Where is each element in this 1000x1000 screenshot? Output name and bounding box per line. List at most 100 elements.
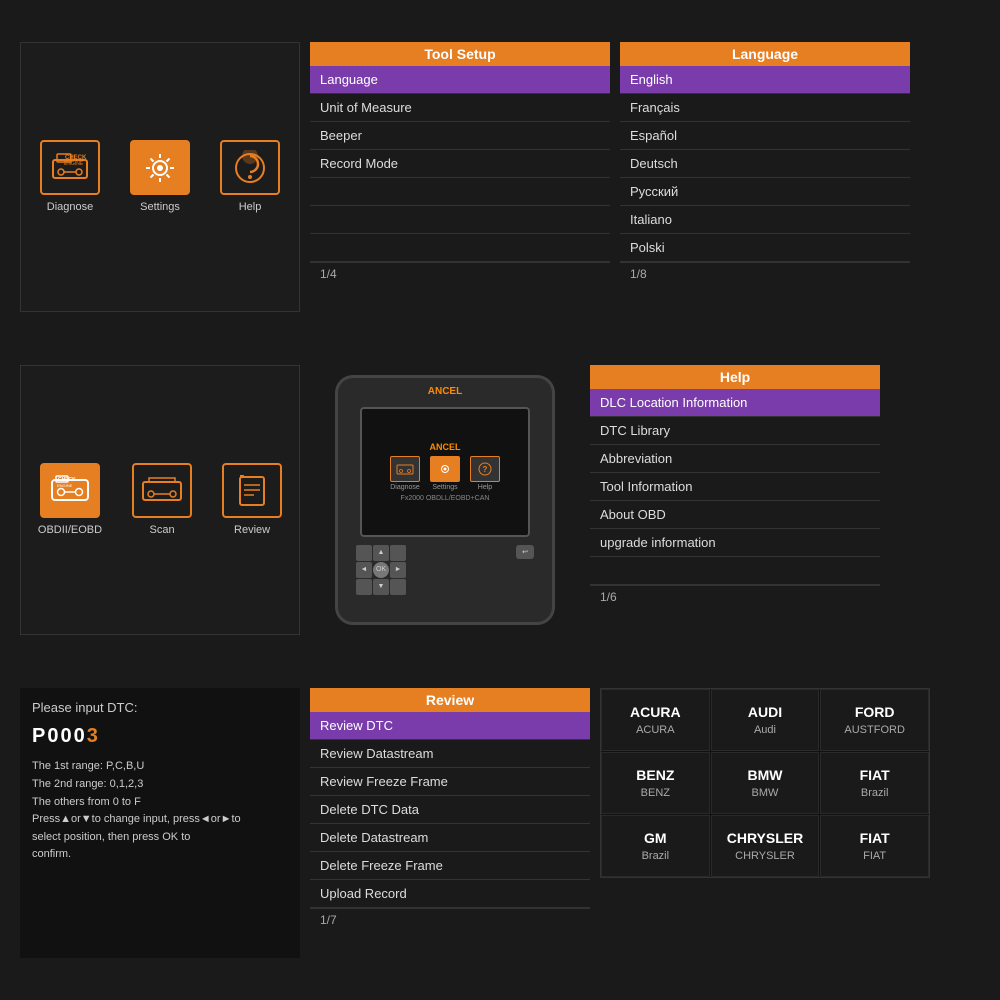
settings-icon-box [130, 140, 190, 195]
dpad-right[interactable]: ► [390, 562, 406, 578]
device-model: Fx2000 OBDLL/EOBD+CAN [401, 495, 490, 502]
brand-large-6: GM [644, 830, 667, 846]
brand-cell-5[interactable]: FIAT Brazil [820, 752, 929, 814]
dtc-description: The 1st range: P,C,B,U The 2nd range: 0,… [32, 758, 288, 864]
dpad-left[interactable]: ◄ [356, 562, 372, 578]
language-panel: Language English Français Español Deutsc… [620, 42, 910, 285]
screen-help-svg: ? [476, 461, 494, 477]
review-row-1[interactable]: Review Datastream [310, 740, 590, 768]
dpad-empty-tr [390, 545, 406, 561]
tool-setup-row-2[interactable]: Beeper [310, 122, 610, 150]
diagnose-label: Diagnose [47, 201, 93, 213]
back-button[interactable]: ↩ [516, 545, 534, 559]
scan-icon [141, 474, 183, 508]
screen-icon-help-box: ? [470, 456, 500, 482]
review-panel: Review Review DTC Review Datastream Revi… [310, 688, 590, 931]
brand-small-2: AUSTFORD [844, 724, 905, 736]
review-row-6[interactable]: Upload Record [310, 880, 590, 908]
help-row-4[interactable]: About OBD [590, 501, 880, 529]
side-buttons: ↩ [516, 545, 534, 595]
dtc-code-highlight: 3 [87, 725, 100, 747]
menu-item-settings[interactable]: Settings [130, 140, 190, 213]
device: ANCEL ANCEL Diagnose [335, 375, 555, 625]
help-icon-box [220, 140, 280, 195]
obdii-label: OBDII/EOBD [38, 524, 102, 536]
dpad-ok[interactable]: OK [373, 562, 389, 578]
language-row-6[interactable]: Polski [620, 234, 910, 262]
tool-setup-row-0[interactable]: Language [310, 66, 610, 94]
brand-large-5: FIAT [860, 767, 890, 783]
screen-icon-help: ? Help [470, 456, 500, 491]
brand-large-4: BMW [747, 767, 782, 783]
menu-item-help[interactable]: Help [220, 140, 280, 213]
brand-cell-2[interactable]: FORD AUSTFORD [820, 689, 929, 751]
language-row-1[interactable]: Français [620, 94, 910, 122]
svg-text:ENGINE: ENGINE [57, 483, 73, 488]
brand-grid-panel: ACURA ACURA AUDI Audi FORD AUSTFORD BENZ… [600, 688, 930, 878]
scan-icon-box [132, 463, 192, 518]
obdii-icon: CHECK ENGINE [49, 474, 91, 508]
brand-cell-1[interactable]: AUDI Audi [711, 689, 820, 751]
menu-item-review[interactable]: Review [222, 463, 282, 536]
screen-settings-svg [436, 461, 454, 477]
brand-cell-4[interactable]: BMW BMW [711, 752, 820, 814]
brand-large-2: FORD [855, 704, 895, 720]
tool-setup-panel: Tool Setup Language Unit of Measure Beep… [310, 42, 610, 285]
dpad-empty-tl [356, 545, 372, 561]
review-header: Review [310, 688, 590, 712]
brand-cell-8[interactable]: FIAT FIAT [820, 815, 929, 877]
help-row-2[interactable]: Abbreviation [590, 445, 880, 473]
language-row-5[interactable]: Italiano [620, 206, 910, 234]
review-icon-box [222, 463, 282, 518]
brand-cell-6[interactable]: GM Brazil [601, 815, 710, 877]
dtc-code-prefix: P000 [32, 725, 87, 747]
review-row-0[interactable]: Review DTC [310, 712, 590, 740]
brand-small-0: ACURA [636, 724, 675, 736]
help-row-1[interactable]: DTC Library [590, 417, 880, 445]
main-menu-icons: CHECK ENGINE Diagnose [40, 140, 280, 213]
help-row-0[interactable]: DLC Location Information [590, 389, 880, 417]
tool-setup-row-3[interactable]: Record Mode [310, 150, 610, 178]
language-header: Language [620, 42, 910, 66]
screen-icon-settings-label: Settings [432, 484, 457, 491]
brand-large-0: ACURA [630, 704, 681, 720]
svg-text:ENGINE: ENGINE [64, 161, 84, 167]
screen-icon-diagnose-box [390, 456, 420, 482]
language-row-3[interactable]: Deutsch [620, 150, 910, 178]
dpad-down[interactable]: ▼ [373, 579, 389, 595]
brand-small-1: Audi [754, 724, 776, 736]
language-row-4[interactable]: Русский [620, 178, 910, 206]
screen-icon-settings: Settings [430, 456, 460, 491]
menu-item-scan[interactable]: Scan [132, 463, 192, 536]
obdii-icon-box: CHECK ENGINE [40, 463, 100, 518]
review-row-4[interactable]: Delete Datastream [310, 824, 590, 852]
review-row-3[interactable]: Delete DTC Data [310, 796, 590, 824]
help-row-5[interactable]: upgrade information [590, 529, 880, 557]
device-buttons: ▲ ◄ OK ► ▼ ↩ [346, 541, 544, 599]
review-row-5[interactable]: Delete Freeze Frame [310, 852, 590, 880]
brand-small-4: BMW [752, 787, 779, 799]
settings-label: Settings [140, 201, 180, 213]
help-icon [232, 150, 268, 186]
help-row-3[interactable]: Tool Information [590, 473, 880, 501]
language-row-2[interactable]: Español [620, 122, 910, 150]
tool-setup-empty-1 [310, 178, 610, 206]
screen-icon-diagnose: Diagnose [390, 456, 420, 491]
dtc-input-title: Please input DTC: [32, 700, 288, 715]
diagnose-icon-box: CHECK ENGINE [40, 140, 100, 195]
menu-item-diagnose[interactable]: CHECK ENGINE Diagnose [40, 140, 100, 213]
language-row-0[interactable]: English [620, 66, 910, 94]
menu-item-obdii[interactable]: CHECK ENGINE OBDII/EOBD [38, 463, 102, 536]
tool-setup-row-1[interactable]: Unit of Measure [310, 94, 610, 122]
tool-setup-header: Tool Setup [310, 42, 610, 66]
brand-cell-7[interactable]: CHRYSLER CHRYSLER [711, 815, 820, 877]
help-footer: 1/6 [590, 585, 880, 608]
brand-cell-3[interactable]: BENZ BENZ [601, 752, 710, 814]
settings-icon [142, 150, 178, 186]
brand-cell-0[interactable]: ACURA ACURA [601, 689, 710, 751]
brand-large-7: CHRYSLER [727, 830, 804, 846]
review-row-2[interactable]: Review Freeze Frame [310, 768, 590, 796]
screen-icon-diagnose-label: Diagnose [390, 484, 420, 491]
screen-icon-help-label: Help [478, 484, 492, 491]
dpad-up[interactable]: ▲ [373, 545, 389, 561]
